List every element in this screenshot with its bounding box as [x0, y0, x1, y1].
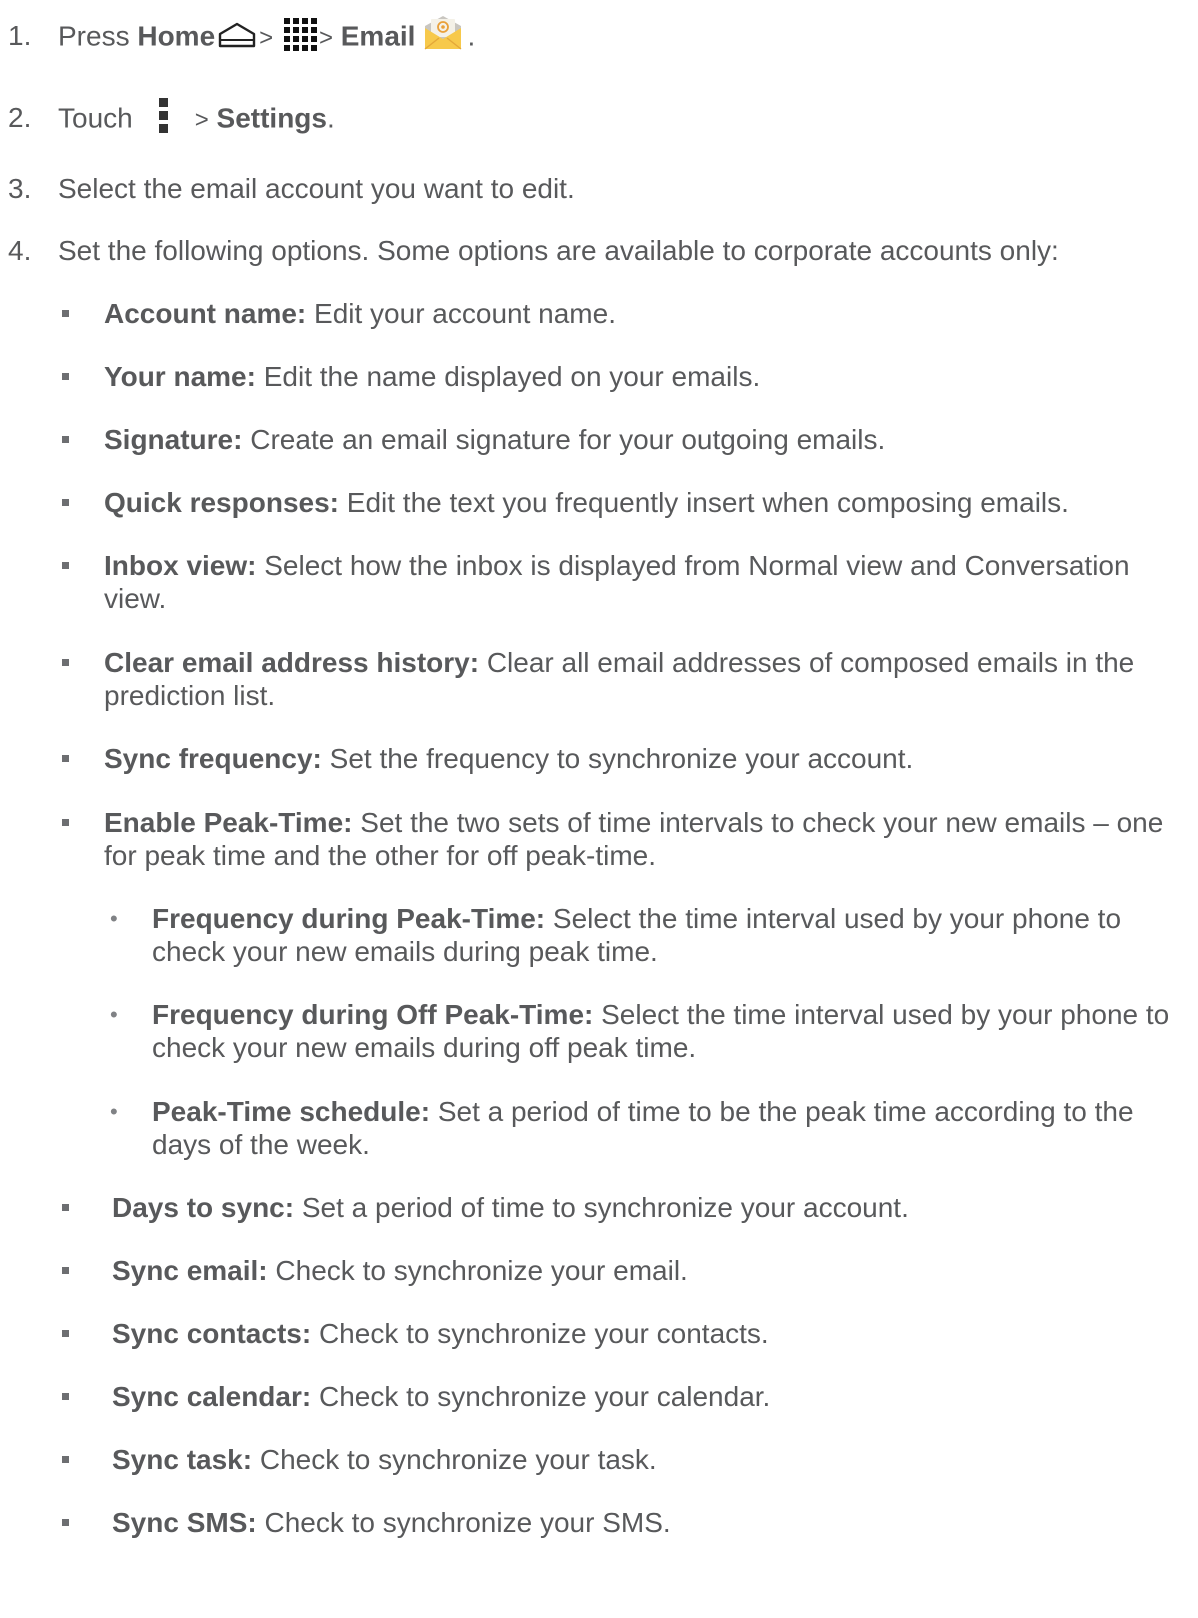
bullet-square [62, 1519, 69, 1526]
separator: > [318, 24, 333, 52]
document-page: 1. Press Home > > Email . 2. Touch > Set… [0, 0, 1198, 1618]
option-label: Enable Peak-Time: [104, 807, 353, 838]
option-label: Quick responses: [104, 487, 339, 518]
bullet-square [62, 1330, 69, 1337]
sub-option-label: Frequency during Off Peak-Time: [152, 999, 594, 1030]
bullet-square [62, 310, 69, 317]
option-text: Set a period of time to synchronize your… [294, 1192, 909, 1223]
bullet-dot: • [110, 906, 118, 931]
step-1: 1. Press Home > > Email . [8, 16, 476, 58]
bullet-dot: • [110, 1099, 118, 1124]
home-label: Home [137, 20, 216, 52]
step-end: . [326, 102, 335, 134]
step-2: 2. Touch > Settings. [8, 98, 335, 140]
separator: > [259, 24, 274, 52]
menu-icon [158, 98, 168, 133]
step-number: 3. [8, 173, 32, 204]
option-text: Check to synchronize your contacts. [311, 1318, 769, 1349]
option-label: Sync frequency: [104, 743, 322, 774]
step-number: 1. [8, 20, 32, 52]
option-text: Check to synchronize your task. [252, 1444, 657, 1475]
step-4: 4. Set the following options. Some option… [8, 234, 1059, 268]
bullet-square [62, 819, 69, 826]
home-icon [218, 22, 256, 48]
step-text: Select the email account you want to edi… [58, 173, 575, 204]
bullet-square [62, 1393, 69, 1400]
option-label: Sync calendar: [112, 1381, 312, 1412]
option-label: Sync email: [112, 1255, 268, 1286]
option-text: Check to synchronize your SMS. [256, 1507, 671, 1538]
step-text: Set the following options. Some options … [58, 235, 1059, 266]
option-label: Sync SMS: [112, 1507, 257, 1538]
settings-label: Settings [216, 102, 327, 134]
bullet-square [62, 373, 69, 380]
step-number: 4. [8, 235, 32, 266]
step-text-press: Press [58, 20, 130, 52]
sub-option-label: Frequency during Peak-Time: [152, 903, 546, 934]
option-label: Sync task: [112, 1444, 253, 1475]
bullet-square [62, 1267, 69, 1274]
option-label: Inbox view: [104, 550, 257, 581]
option-label: Clear email address history: [104, 647, 480, 678]
option-label: Account name: [104, 298, 307, 329]
email-app-icon [425, 16, 462, 50]
option-text: Create an email signature for your outgo… [242, 424, 886, 455]
bullet-square [62, 1456, 69, 1463]
option-label: Your name: [104, 361, 256, 392]
app-grid-icon [283, 18, 317, 51]
bullet-square [62, 755, 69, 762]
option-text: Select how the inbox is displayed from N… [104, 550, 1130, 614]
step-number: 2. [8, 102, 32, 134]
sub-option-label: Peak-Time schedule: [152, 1096, 431, 1127]
bullet-square [62, 562, 69, 569]
step-text-touch: Touch [58, 102, 133, 134]
separator: > [194, 106, 209, 134]
option-text: Edit the name displayed on your emails. [255, 361, 761, 392]
option-label: Signature: [104, 424, 243, 455]
step-end: . [467, 20, 476, 52]
step-3: 3. Select the email account you want to e… [8, 172, 575, 206]
bullet-square [62, 436, 69, 443]
option-label: Sync contacts: [112, 1318, 312, 1349]
bullet-square [62, 499, 69, 506]
option-text: Edit your account name. [306, 298, 616, 329]
bullet-square [62, 1204, 69, 1211]
option-text: Edit the text you frequently insert when… [338, 487, 1069, 518]
bullet-square [62, 659, 69, 666]
bullet-dot: • [110, 1002, 118, 1027]
email-label: Email [340, 20, 416, 52]
option-text: Set the frequency to synchronize your ac… [321, 743, 914, 774]
option-text: Check to synchronize your calendar. [311, 1381, 771, 1412]
option-label: Days to sync: [112, 1192, 295, 1223]
option-text: Check to synchronize your email. [267, 1255, 688, 1286]
